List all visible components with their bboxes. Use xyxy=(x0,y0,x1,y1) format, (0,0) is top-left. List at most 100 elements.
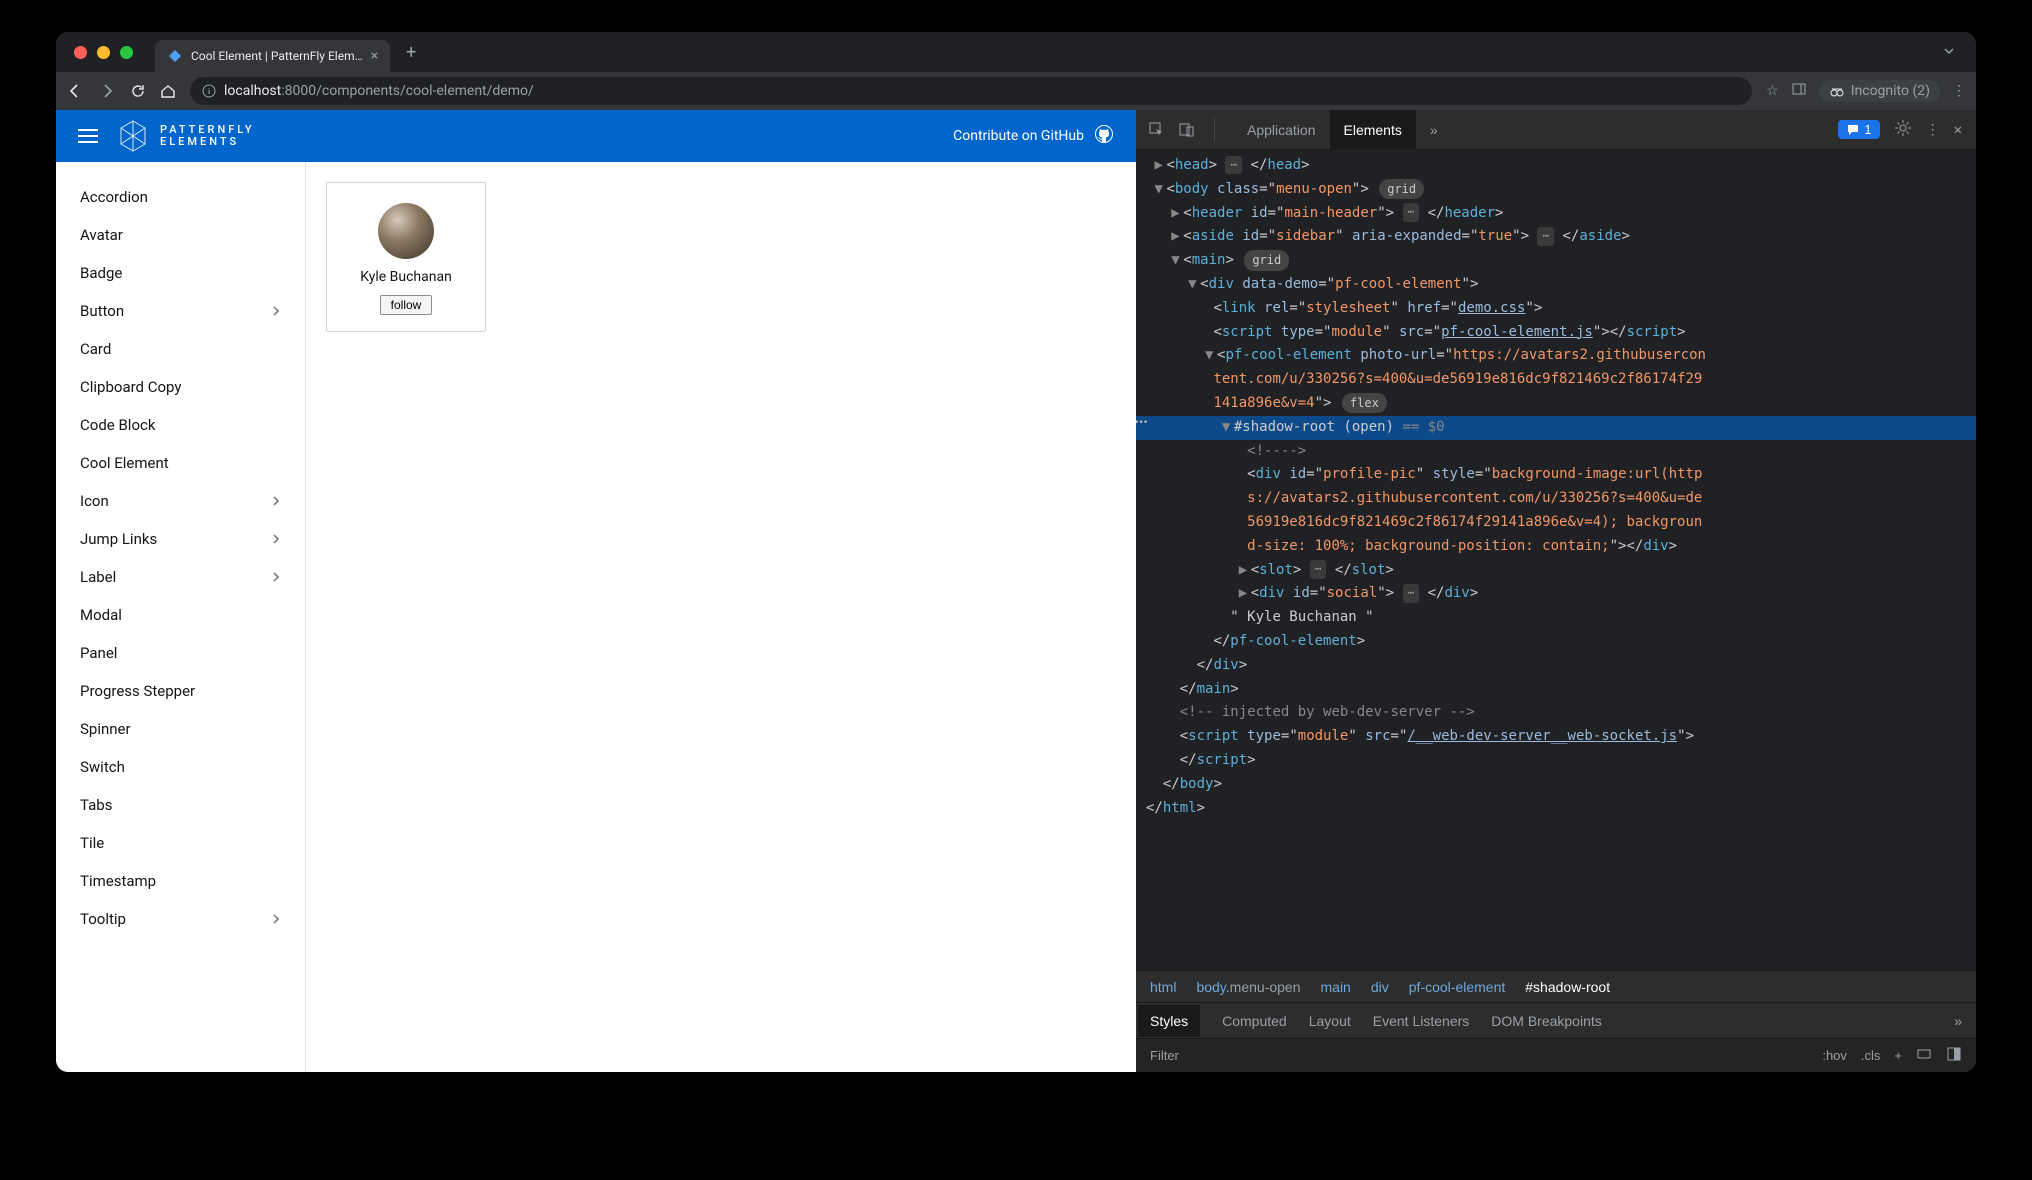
page-content: PATTERNFLY ELEMENTS Contribute on GitHub… xyxy=(56,110,1136,1072)
tab-computed[interactable]: Computed xyxy=(1222,1013,1287,1029)
tabs-overflow-icon[interactable]: » xyxy=(1416,110,1452,150)
sidebar-item[interactable]: Code Block xyxy=(56,406,305,444)
sidebar-item[interactable]: Card xyxy=(56,330,305,368)
kebab-icon[interactable]: ⋮ xyxy=(1926,122,1940,138)
inspect-icon[interactable] xyxy=(1148,121,1166,139)
follow-button[interactable]: follow xyxy=(380,295,433,315)
sidebar-item[interactable]: Icon xyxy=(56,482,305,520)
sidebar-item[interactable]: Switch xyxy=(56,748,305,786)
brand-text: PATTERNFLY ELEMENTS xyxy=(160,124,255,148)
breadcrumb-item[interactable]: html xyxy=(1150,979,1176,995)
incognito-icon xyxy=(1829,83,1845,99)
sidebar-item-label: Badge xyxy=(80,264,122,282)
panel-icon[interactable] xyxy=(1791,81,1807,101)
sidebar-item-label: Tabs xyxy=(80,796,112,814)
sidebar-item[interactable]: Jump Links xyxy=(56,520,305,558)
brand[interactable]: PATTERNFLY ELEMENTS xyxy=(118,119,255,153)
window-maximize-icon[interactable] xyxy=(120,46,133,59)
breadcrumb-item[interactable]: pf-cool-element xyxy=(1409,979,1506,995)
url-field[interactable]: localhost:8000/components/cool-element/d… xyxy=(190,77,1752,105)
breadcrumb: html body.menu-open main div pf-cool-ele… xyxy=(1136,970,1976,1002)
sidebar-item[interactable]: Clipboard Copy xyxy=(56,368,305,406)
sidebar-item-label: Timestamp xyxy=(80,872,156,890)
tab-event-listeners[interactable]: Event Listeners xyxy=(1373,1013,1470,1029)
issues-badge[interactable]: 1 xyxy=(1838,120,1879,139)
sidebar-item[interactable]: Button xyxy=(56,292,305,330)
sidebar-item-label: Label xyxy=(80,568,116,586)
brand-logo-icon xyxy=(118,119,148,153)
tab-styles[interactable]: Styles xyxy=(1138,1005,1200,1037)
sidebar-item-label: Progress Stepper xyxy=(80,682,195,700)
close-icon[interactable]: ✕ xyxy=(1954,122,1962,138)
tab-bar: Cool Element | PatternFly Elem… × + xyxy=(56,32,1976,72)
cls-toggle[interactable]: .cls xyxy=(1861,1048,1881,1063)
sidebar-item[interactable]: Accordion xyxy=(56,178,305,216)
styles-overflow-icon[interactable]: » xyxy=(1954,1013,1962,1029)
sidebar-item-label: Tile xyxy=(80,834,104,852)
color-format-icon[interactable] xyxy=(1916,1046,1932,1065)
sidebar-item[interactable]: Spinner xyxy=(56,710,305,748)
styles-filter-row: Filter :hov .cls + xyxy=(1136,1038,1976,1072)
gear-icon[interactable] xyxy=(1894,119,1912,141)
sidebar-item[interactable]: Badge xyxy=(56,254,305,292)
card-name: Kyle Buchanan xyxy=(360,269,452,285)
breadcrumb-item[interactable]: div xyxy=(1371,979,1389,995)
sidebar-item-label: Avatar xyxy=(80,226,123,244)
sidebar-item[interactable]: Timestamp xyxy=(56,862,305,900)
forward-icon[interactable] xyxy=(98,82,116,100)
sidebar-item-label: Button xyxy=(80,302,124,320)
chevron-right-icon xyxy=(271,910,281,928)
contribute-link[interactable]: Contribute on GitHub xyxy=(953,128,1084,144)
styles-tabbar: Styles Computed Layout Event Listeners D… xyxy=(1136,1002,1976,1038)
sidebar-item-label: Icon xyxy=(80,492,109,510)
traffic-lights xyxy=(66,46,155,59)
sidebar-item[interactable]: Tooltip xyxy=(56,900,305,938)
chevron-right-icon xyxy=(271,492,281,510)
hov-toggle[interactable]: :hov xyxy=(1822,1048,1847,1063)
sidebar-item-label: Cool Element xyxy=(80,454,169,472)
breadcrumb-item[interactable]: body.menu-open xyxy=(1196,979,1300,995)
breadcrumb-item[interactable]: main xyxy=(1321,979,1351,995)
dom-tree[interactable]: ▶<head> ⋯ </head> ▼<body class="menu-ope… xyxy=(1136,150,1976,970)
reload-icon[interactable] xyxy=(130,83,146,99)
tab-close-icon[interactable]: × xyxy=(371,48,378,64)
computed-panel-icon[interactable] xyxy=(1946,1046,1962,1065)
window-minimize-icon[interactable] xyxy=(97,46,110,59)
main-area: Kyle Buchanan follow xyxy=(306,162,1136,1072)
incognito-badge[interactable]: Incognito (2) xyxy=(1819,80,1940,102)
site-info-icon[interactable] xyxy=(202,84,216,98)
menu-toggle-icon[interactable] xyxy=(78,129,98,143)
sidebar-item-label: Accordion xyxy=(80,188,148,206)
browser-tab[interactable]: Cool Element | PatternFly Elem… × xyxy=(155,40,390,72)
sidebar-item[interactable]: Progress Stepper xyxy=(56,672,305,710)
github-icon[interactable] xyxy=(1094,124,1114,148)
sidebar-item[interactable]: Avatar xyxy=(56,216,305,254)
kebab-menu-icon[interactable]: ⋮ xyxy=(1952,83,1966,99)
back-icon[interactable] xyxy=(66,82,84,100)
home-icon[interactable] xyxy=(160,83,176,99)
star-icon[interactable]: ☆ xyxy=(1766,83,1779,99)
new-tab-icon[interactable]: + xyxy=(406,42,416,63)
window-close-icon[interactable] xyxy=(74,46,87,59)
devtools-tabbar: Application Elements » 1 ⋮ ✕ xyxy=(1136,110,1976,150)
tab-layout[interactable]: Layout xyxy=(1309,1013,1351,1029)
cool-element-card: Kyle Buchanan follow xyxy=(326,182,486,332)
tab-elements[interactable]: Elements xyxy=(1330,110,1416,150)
sidebar-item[interactable]: Panel xyxy=(56,634,305,672)
url-text: localhost:8000/components/cool-element/d… xyxy=(224,83,534,99)
chevron-down-icon[interactable] xyxy=(1942,43,1966,62)
add-rule-icon[interactable]: + xyxy=(1894,1048,1902,1063)
sidebar-item[interactable]: Modal xyxy=(56,596,305,634)
breadcrumb-item[interactable]: #shadow-root xyxy=(1525,979,1610,995)
sidebar-item-label: Spinner xyxy=(80,720,131,738)
device-icon[interactable] xyxy=(1178,121,1196,139)
sidebar-item[interactable]: Tabs xyxy=(56,786,305,824)
filter-input[interactable]: Filter xyxy=(1150,1048,1810,1063)
sidebar: Accordion Avatar Badge Button CardClipboard … xyxy=(56,162,306,1072)
browser-window: Cool Element | PatternFly Elem… × + loca… xyxy=(56,32,1976,1072)
sidebar-item[interactable]: Label xyxy=(56,558,305,596)
tab-application[interactable]: Application xyxy=(1233,110,1330,150)
tab-dom-breakpoints[interactable]: DOM Breakpoints xyxy=(1491,1013,1601,1029)
sidebar-item[interactable]: Tile xyxy=(56,824,305,862)
sidebar-item[interactable]: Cool Element xyxy=(56,444,305,482)
